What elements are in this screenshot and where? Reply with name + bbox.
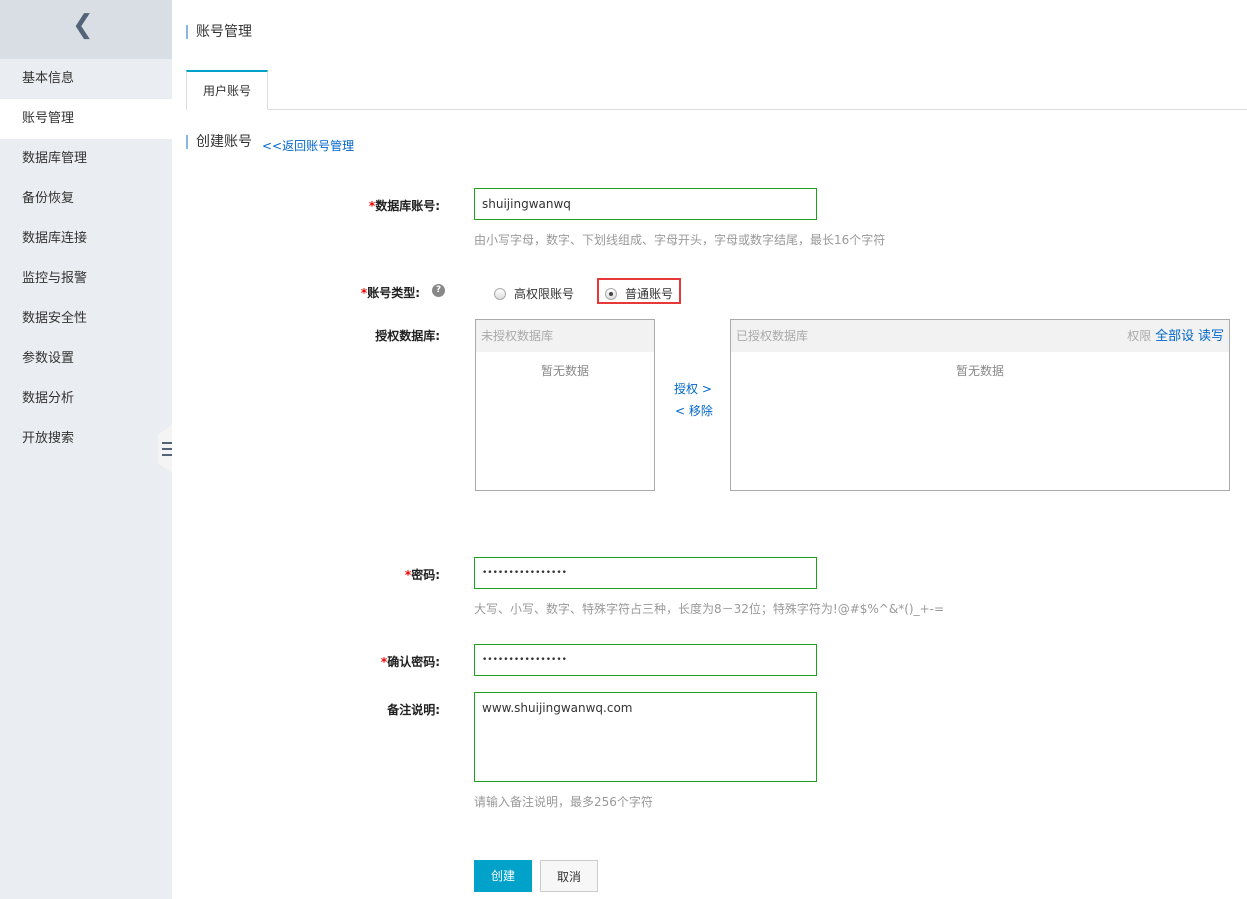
password-hint: 大写、小写、数字、特殊字符占三种，长度为8－32位；特殊字符为!@#$%^&*(… — [474, 602, 945, 616]
remark-textarea[interactable]: www.shuijingwanwq.com — [474, 692, 817, 782]
remark-hint: 请输入备注说明，最多256个字符 — [474, 795, 653, 809]
menu-icon — [162, 442, 172, 444]
sidebar-item-account-management[interactable]: 账号管理 — [0, 99, 172, 139]
radio-icon-selected — [605, 288, 617, 300]
radio-icon — [494, 288, 506, 300]
sidebar-item-data-security[interactable]: 数据安全性 — [0, 299, 172, 339]
account-type-label-text: 账号类型: — [367, 286, 420, 300]
help-icon[interactable]: ? — [432, 284, 445, 297]
read-write-link[interactable]: 读写 — [1198, 329, 1224, 344]
authorized-db-header: 已授权数据库 权限 全部设 读写 — [731, 320, 1229, 352]
account-type-label: *账号类型: — [220, 284, 420, 301]
empty-text: 暂无数据 — [955, 364, 1004, 378]
tab-user-accounts[interactable]: 用户账号 — [186, 70, 268, 110]
authorized-db-title: 已授权数据库 — [736, 329, 809, 343]
sidebar-item-database-connection[interactable]: 数据库连接 — [0, 219, 172, 259]
section-title: 创建账号 — [186, 135, 252, 149]
db-account-hint: 由小写字母，数字、下划线组成、字母开头，字母或数字结尾，最长16个字符 — [474, 233, 886, 247]
authorized-db-list[interactable]: 已授权数据库 权限 全部设 读写 暂无数据 — [730, 319, 1230, 491]
password-label-text: 密码: — [411, 568, 440, 582]
sidebar-item-open-search[interactable]: 开放搜索 — [0, 419, 172, 459]
sidebar-item-parameters[interactable]: 参数设置 — [0, 339, 172, 379]
db-account-label: *数据库账号: — [240, 197, 440, 214]
password-input[interactable]: •••••••••••••••• — [474, 557, 817, 589]
tab-divider — [268, 109, 1247, 110]
grant-button[interactable]: 授权 > — [674, 380, 712, 397]
password-label: *密码: — [240, 566, 440, 583]
remove-button[interactable]: < 移除 — [675, 402, 713, 419]
db-account-label-text: 数据库账号: — [375, 199, 440, 213]
unauthorized-db-list[interactable]: 未授权数据库 暂无数据 — [475, 319, 655, 491]
unauthorized-db-header: 未授权数据库 — [476, 320, 654, 352]
db-account-input[interactable]: shuijingwanwq — [474, 188, 817, 220]
radio-label: 高权限账号 — [514, 287, 575, 301]
confirm-password-input[interactable]: •••••••••••••••• — [474, 644, 817, 676]
menu-icon-line — [162, 448, 172, 450]
confirm-password-label: *确认密码: — [240, 653, 440, 670]
sidebar-item-database-management[interactable]: 数据库管理 — [0, 139, 172, 179]
create-button[interactable]: 创建 — [474, 860, 532, 892]
radio-label: 普通账号 — [625, 287, 674, 301]
sidebar: ❮ 基本信息 账号管理 数据库管理 备份恢复 数据库连接 监控与报警 数据安全性… — [0, 0, 172, 899]
sidebar-item-basic-info[interactable]: 基本信息 — [0, 59, 172, 99]
radio-normal-account[interactable]: 普通账号 — [605, 285, 673, 302]
remark-label: 备注说明: — [387, 703, 440, 717]
back-chevron-icon[interactable]: ❮ — [72, 10, 94, 40]
set-all-link[interactable]: 全部设 — [1155, 329, 1194, 344]
sidebar-item-backup-restore[interactable]: 备份恢复 — [0, 179, 172, 219]
sidebar-item-monitoring[interactable]: 监控与报警 — [0, 259, 172, 299]
confirm-password-label-text: 确认密码: — [387, 655, 440, 669]
authorize-db-label: 授权数据库: — [375, 329, 440, 343]
back-to-account-management-link[interactable]: <<返回账号管理 — [262, 137, 354, 154]
empty-text: 暂无数据 — [540, 364, 589, 378]
page-title: 账号管理 — [186, 25, 252, 39]
sidebar-item-data-analysis[interactable]: 数据分析 — [0, 379, 172, 419]
cancel-button[interactable]: 取消 — [540, 860, 598, 892]
radio-admin-account[interactable]: 高权限账号 — [494, 285, 574, 302]
sidebar-header: ❮ — [0, 0, 172, 59]
permission-label: 权限 — [1127, 329, 1152, 343]
menu-icon-line — [162, 454, 172, 456]
